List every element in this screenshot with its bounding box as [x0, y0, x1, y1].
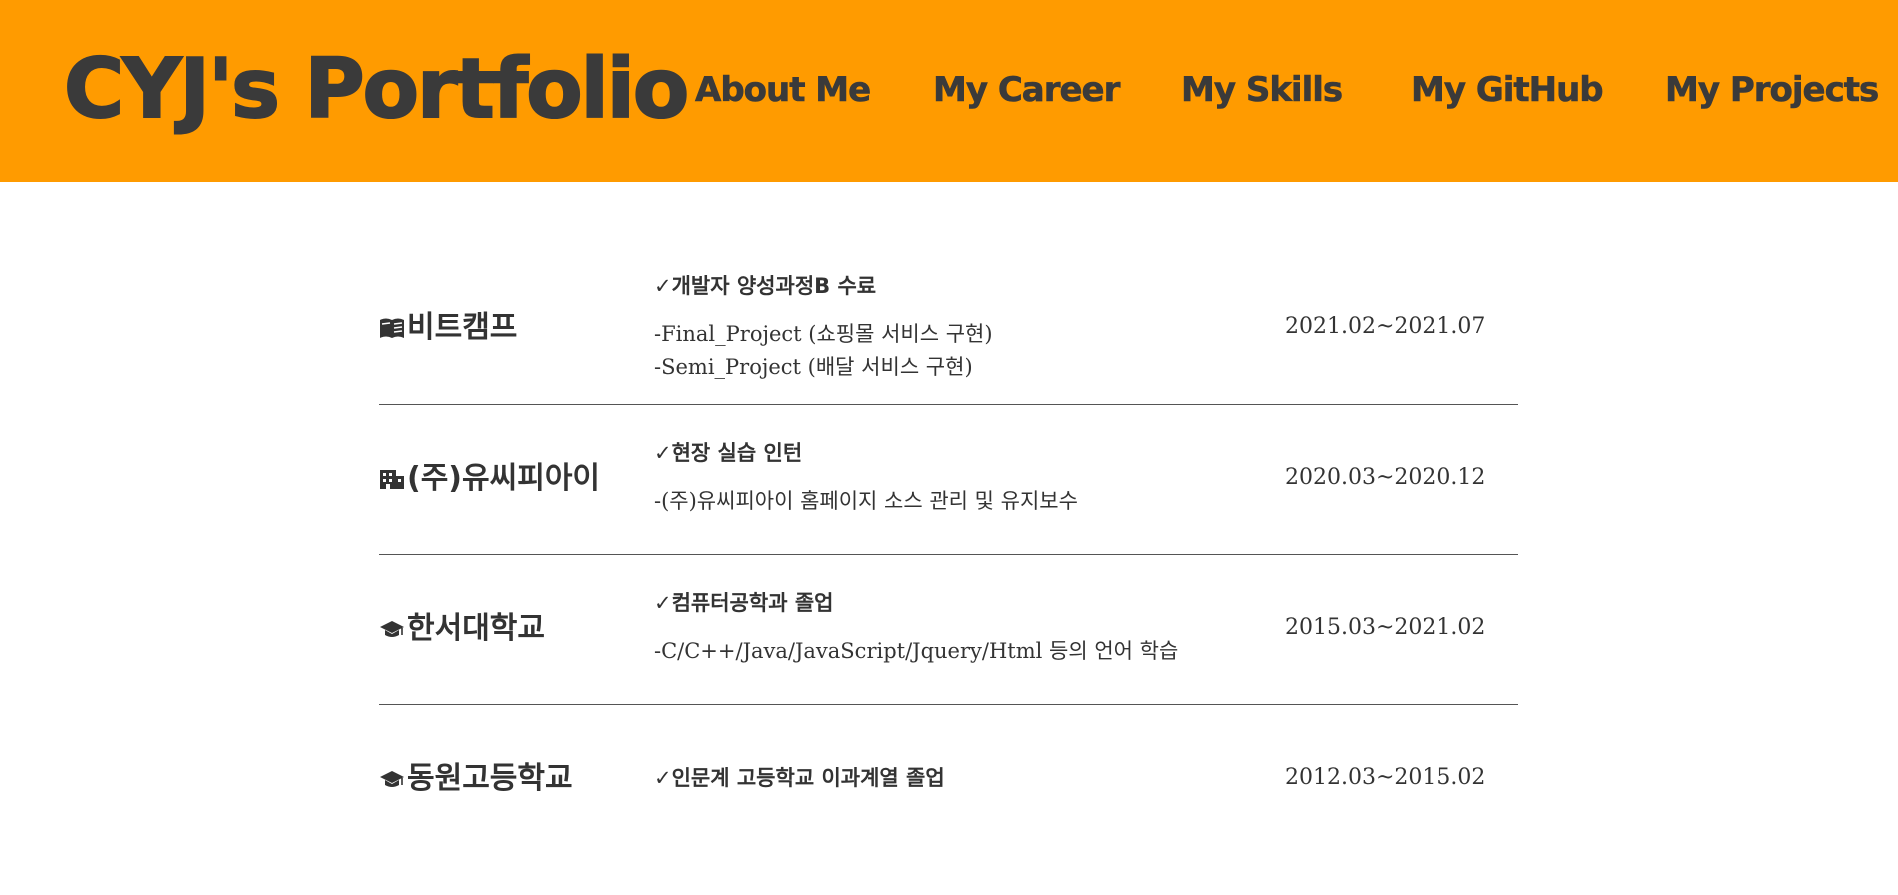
career-row: 비트캠프 ✓개발자 양성과정B 수료 -Final_Project (쇼핑몰 서… [379, 255, 1518, 405]
graduation-cap-icon [380, 771, 404, 787]
career-description: ✓인문계 고등학교 이과계열 졸업 [654, 764, 945, 792]
site-logo[interactable]: CYJ's Portfolio [63, 41, 690, 138]
nav-my-projects[interactable]: My Projects [1665, 70, 1880, 111]
career-detail-line: -Semi_Project (배달 서비스 구현) [654, 355, 973, 379]
career-check-line: ✓컴퓨터공학과 졸업 [654, 591, 834, 615]
career-check-line: ✓현장 실습 인턴 [654, 441, 803, 465]
career-org: 한서대학교 [379, 611, 545, 647]
graduation-cap-icon [380, 621, 404, 637]
career-period: 2012.03~2015.02 [1285, 765, 1486, 790]
building-icon [380, 470, 404, 489]
career-org-name: 한서대학교 [407, 611, 545, 646]
career-description: ✓현장 실습 인턴 -(주)유씨피아이 홈페이지 소스 관리 및 유지보수 [654, 439, 1078, 518]
nav-my-github[interactable]: My GitHub [1411, 70, 1604, 111]
book-icon [380, 318, 404, 338]
career-org: 동원고등학교 [379, 761, 573, 797]
career-row: 한서대학교 ✓컴퓨터공학과 졸업 -C/C++/Java/JavaScript/… [379, 555, 1518, 705]
career-check-line: ✓개발자 양성과정B 수료 [654, 274, 877, 298]
nav-my-career[interactable]: My Career [933, 70, 1121, 111]
career-description: ✓컴퓨터공학과 졸업 -C/C++/Java/JavaScript/Jquery… [654, 589, 1178, 668]
career-period: 2020.03~2020.12 [1285, 465, 1486, 490]
career-row: 동원고등학교 ✓인문계 고등학교 이과계열 졸업 2012.03~2015.02 [379, 705, 1518, 855]
career-description: ✓개발자 양성과정B 수료 -Final_Project (쇼핑몰 서비스 구현… [654, 272, 993, 384]
career-org-name: 동원고등학교 [407, 761, 573, 796]
career-period: 2015.03~2021.02 [1285, 615, 1486, 640]
career-detail-line: -C/C++/Java/JavaScript/Jquery/Html 등의 언어… [654, 639, 1179, 663]
header-bar: CYJ's Portfolio About Me My Career My Sk… [0, 0, 1898, 182]
career-detail-line: -Final_Project (쇼핑몰 서비스 구현) [654, 322, 993, 346]
career-table: 비트캠프 ✓개발자 양성과정B 수료 -Final_Project (쇼핑몰 서… [379, 255, 1518, 855]
career-row: (주)유씨피아이 ✓현장 실습 인턴 -(주)유씨피아이 홈페이지 소스 관리 … [379, 405, 1518, 555]
career-org-name: (주)유씨피아이 [407, 461, 601, 496]
career-period: 2021.02~2021.07 [1285, 314, 1486, 339]
nav-my-skills[interactable]: My Skills [1181, 70, 1344, 111]
nav-about-me[interactable]: About Me [695, 70, 872, 111]
career-org: 비트캠프 [379, 310, 517, 346]
career-org: (주)유씨피아이 [379, 461, 600, 497]
career-detail-line: -(주)유씨피아이 홈페이지 소스 관리 및 유지보수 [654, 489, 1078, 513]
career-check-line: ✓인문계 고등학교 이과계열 졸업 [654, 766, 945, 790]
career-org-name: 비트캠프 [407, 310, 518, 345]
